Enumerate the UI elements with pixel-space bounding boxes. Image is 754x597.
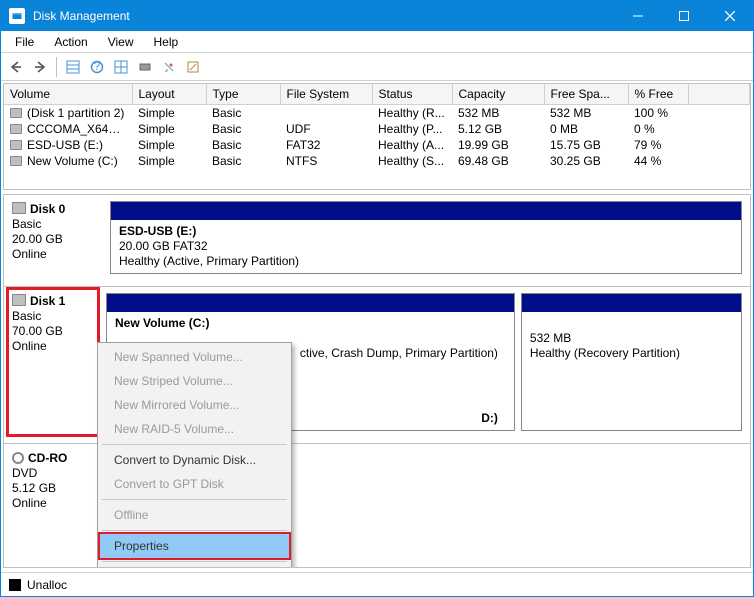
cm-properties[interactable]: Properties bbox=[100, 534, 289, 558]
window-controls bbox=[615, 1, 753, 31]
cm-help[interactable]: Help bbox=[100, 565, 289, 568]
disk-context-menu: New Spanned Volume... New Striped Volume… bbox=[97, 342, 292, 568]
cm-new-mirrored: New Mirrored Volume... bbox=[100, 393, 289, 417]
table-row[interactable]: ESD-USB (E:)SimpleBasicFAT32Healthy (A..… bbox=[4, 137, 750, 153]
volume-icon bbox=[10, 124, 22, 134]
app-icon bbox=[9, 8, 25, 24]
app-window: Disk Management File Action View Help ? … bbox=[0, 0, 754, 597]
vol-head-bar bbox=[522, 294, 741, 312]
disk-icon bbox=[12, 202, 26, 214]
disk0-label[interactable]: Disk 0 Basic 20.00 GB Online bbox=[12, 201, 102, 274]
minimize-button[interactable] bbox=[615, 1, 661, 31]
cm-separator bbox=[102, 499, 287, 500]
legend-bar: Unalloc bbox=[1, 572, 753, 596]
cm-new-raid5: New RAID-5 Volume... bbox=[100, 417, 289, 441]
properties-button[interactable] bbox=[182, 56, 204, 78]
cm-new-spanned: New Spanned Volume... bbox=[100, 345, 289, 369]
cm-new-striped: New Striped Volume... bbox=[100, 369, 289, 393]
menu-view[interactable]: View bbox=[98, 33, 144, 51]
cdrom-label[interactable]: CD-RO DVD 5.12 GB Online bbox=[12, 450, 102, 511]
disk0-vol-esdusb[interactable]: ESD-USB (E:) 20.00 GB FAT32 Healthy (Act… bbox=[110, 201, 742, 274]
back-button[interactable] bbox=[5, 56, 27, 78]
cm-separator bbox=[102, 444, 287, 445]
volume-table: Volume Layout Type File System Status Ca… bbox=[3, 83, 751, 190]
close-button[interactable] bbox=[707, 1, 753, 31]
menu-action[interactable]: Action bbox=[44, 33, 97, 51]
vol-head-bar bbox=[111, 202, 741, 220]
help-button[interactable]: ? bbox=[86, 56, 108, 78]
table-row[interactable]: New Volume (C:)SimpleBasicNTFSHealthy (S… bbox=[4, 153, 750, 169]
view-grid-button[interactable] bbox=[110, 56, 132, 78]
refresh-button[interactable] bbox=[158, 56, 180, 78]
svg-text:?: ? bbox=[94, 60, 101, 73]
menu-file[interactable]: File bbox=[5, 33, 44, 51]
cm-convert-gpt: Convert to GPT Disk bbox=[100, 472, 289, 496]
cm-offline: Offline bbox=[100, 503, 289, 527]
toolbar-separator bbox=[56, 57, 57, 77]
volume-icon bbox=[10, 108, 22, 118]
menu-help[interactable]: Help bbox=[144, 33, 189, 51]
disk1-vol-recovery[interactable]: 532 MB Healthy (Recovery Partition) bbox=[521, 293, 742, 431]
th-capacity[interactable]: Capacity bbox=[452, 84, 544, 105]
cm-convert-dynamic[interactable]: Convert to Dynamic Disk... bbox=[100, 448, 289, 472]
th-type[interactable]: Type bbox=[206, 84, 280, 105]
table-row[interactable]: CCCOMA_X64FRE...SimpleBasicUDFHealthy (P… bbox=[4, 121, 750, 137]
legend-unallocated-label: Unalloc bbox=[27, 578, 67, 592]
disk-icon bbox=[12, 294, 26, 306]
table-row[interactable]: (Disk 1 partition 2)SimpleBasicHealthy (… bbox=[4, 105, 750, 122]
th-freespace[interactable]: Free Spa... bbox=[544, 84, 628, 105]
forward-button[interactable] bbox=[29, 56, 51, 78]
legend-swatch-unallocated bbox=[9, 579, 21, 591]
th-status[interactable]: Status bbox=[372, 84, 452, 105]
view-list-button[interactable] bbox=[62, 56, 84, 78]
cm-separator bbox=[102, 530, 287, 531]
maximize-button[interactable] bbox=[661, 1, 707, 31]
menubar: File Action View Help bbox=[1, 31, 753, 53]
titlebar: Disk Management bbox=[1, 1, 753, 31]
disk0-row: Disk 0 Basic 20.00 GB Online ESD-USB (E:… bbox=[4, 195, 750, 287]
th-volume[interactable]: Volume bbox=[4, 84, 132, 105]
volume-icon bbox=[10, 140, 22, 150]
cdrom-icon bbox=[12, 452, 24, 464]
vol-head-bar bbox=[107, 294, 514, 312]
window-title: Disk Management bbox=[33, 9, 615, 23]
disk1-label[interactable]: Disk 1 Basic 70.00 GB Online bbox=[8, 289, 98, 435]
action-button[interactable] bbox=[134, 56, 156, 78]
th-pctfree[interactable]: % Free bbox=[628, 84, 688, 105]
th-layout[interactable]: Layout bbox=[132, 84, 206, 105]
table-header-row: Volume Layout Type File System Status Ca… bbox=[4, 84, 750, 105]
disk-layout-panel: Disk 0 Basic 20.00 GB Online ESD-USB (E:… bbox=[3, 194, 751, 568]
th-filesystem[interactable]: File System bbox=[280, 84, 372, 105]
toolbar: ? bbox=[1, 53, 753, 81]
cm-separator bbox=[102, 561, 287, 562]
volume-icon bbox=[10, 156, 22, 166]
